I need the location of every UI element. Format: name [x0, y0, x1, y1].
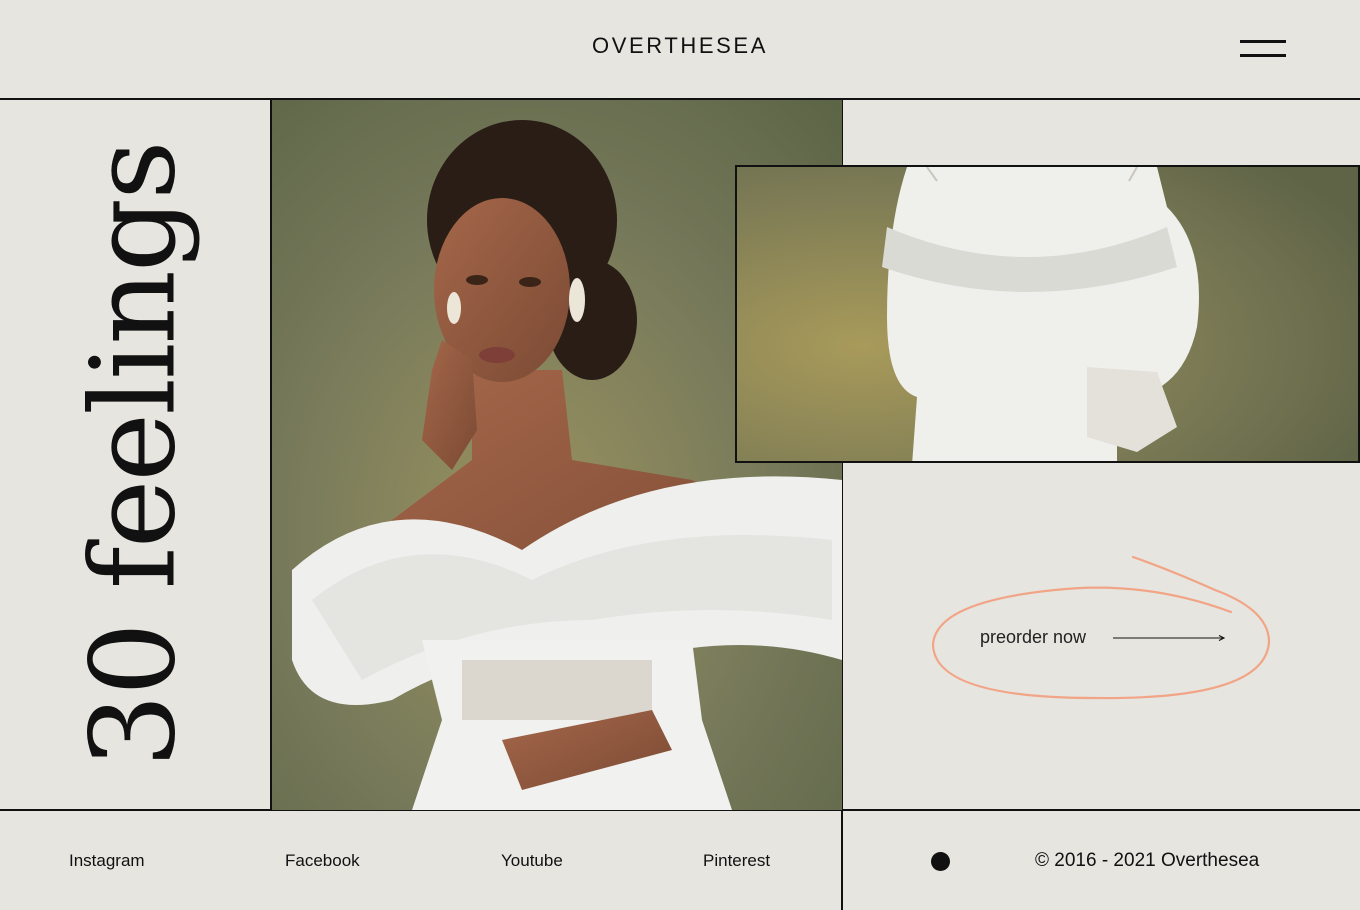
- detail-photo-illustration: [737, 167, 1358, 461]
- footer-link-facebook[interactable]: Facebook: [285, 851, 360, 871]
- hamburger-menu-icon[interactable]: [1240, 38, 1286, 60]
- preorder-circle-scribble: [931, 555, 1271, 700]
- footer-link-pinterest[interactable]: Pinterest: [703, 851, 770, 871]
- brand-logo[interactable]: OVERTHESEA: [0, 33, 1360, 59]
- copyright-text: © 2016 - 2021 Overthesea: [1035, 850, 1260, 871]
- footer-link-youtube[interactable]: Youtube: [501, 851, 563, 871]
- footer-link-instagram[interactable]: Instagram: [69, 851, 145, 871]
- circle-dot-icon: [931, 852, 950, 871]
- detail-photo: [735, 165, 1360, 463]
- site-header: OVERTHESEA: [0, 0, 1360, 100]
- vertical-title: 30 feelings: [65, 100, 205, 810]
- preorder-cta[interactable]: preorder now: [925, 550, 1285, 710]
- arrow-right-icon: [1113, 635, 1226, 641]
- preorder-label[interactable]: preorder now: [980, 627, 1086, 648]
- collection-title: 30 feelings: [67, 142, 202, 768]
